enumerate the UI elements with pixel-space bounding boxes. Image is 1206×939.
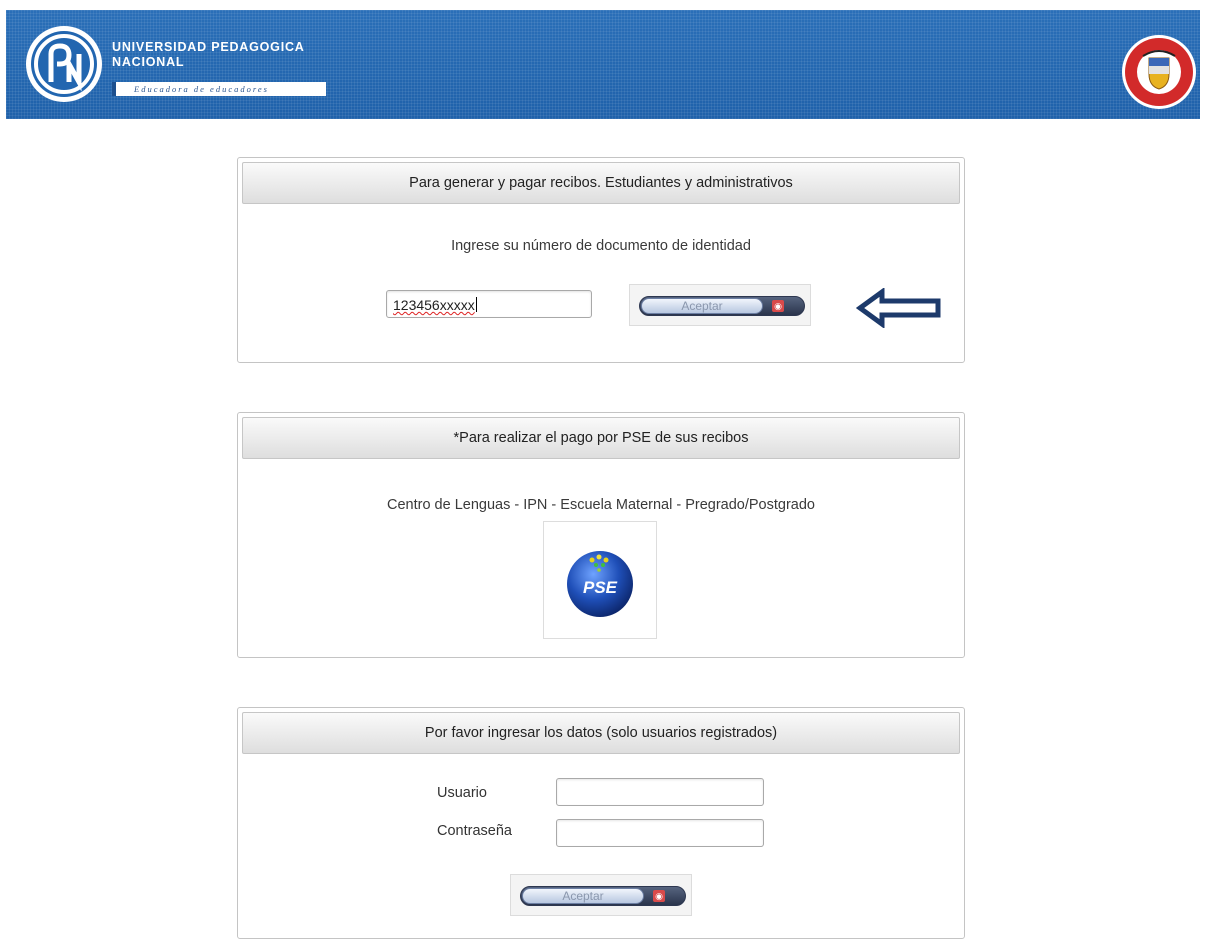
slogan-bar: Educadora de educadores [112,82,326,96]
username-input[interactable] [556,778,764,806]
panel-documento-title: Para generar y pagar recibos. Estudiante… [242,162,960,204]
document-number-input[interactable]: 123456xxxxx [386,290,592,318]
login-accept-button-frame: Aceptar ◉ [510,874,692,916]
lock-icon: ◉ [653,890,665,902]
accept-button-label: Aceptar [522,888,644,904]
pse-logo-link[interactable]: PSE [543,521,657,639]
pse-services-text: Centro de Lenguas - IPN - Escuela Matern… [387,497,815,513]
panel-login-title: Por favor ingresar los datos (solo usuar… [242,712,960,754]
institution-name-line2: NACIONAL [112,55,185,69]
document-number-value: 123456xxxxx [393,297,475,313]
password-label: Contraseña [437,823,512,839]
username-label: Usuario [437,785,487,801]
password-input[interactable] [556,819,764,847]
document-instruction: Ingrese su número de documento de identi… [451,238,751,254]
text-caret [475,297,477,312]
document-accept-button[interactable]: Aceptar ◉ [639,296,805,316]
panel-documento: Para generar y pagar recibos. Estudiante… [237,157,965,363]
pse-logo-icon: PSE [567,551,633,617]
institution-name: UNIVERSIDAD PEDAGOGICA NACIONAL [112,40,305,70]
pse-logo-text: PSE [583,578,618,597]
document-accept-button-frame: Aceptar ◉ [629,284,811,326]
slogan-text: Educadora de educadores [134,84,269,94]
panel-pse: *Para realizar el pago por PSE de sus re… [237,412,965,658]
institution-name-line1: UNIVERSIDAD PEDAGOGICA [112,40,305,54]
accept-button-label: Aceptar [641,298,763,314]
republica-de-colombia-shield-icon [1122,35,1196,109]
upn-circle-logo-icon[interactable] [24,24,104,104]
left-arrow-icon [856,288,941,328]
panel-login: Por favor ingresar los datos (solo usuar… [237,707,965,939]
panel-pse-title: *Para realizar el pago por PSE de sus re… [242,417,960,459]
login-accept-button[interactable]: Aceptar ◉ [520,886,686,906]
site-header: UNIVERSIDAD PEDAGOGICA NACIONAL Educador… [6,10,1200,119]
lock-icon: ◉ [772,300,784,312]
